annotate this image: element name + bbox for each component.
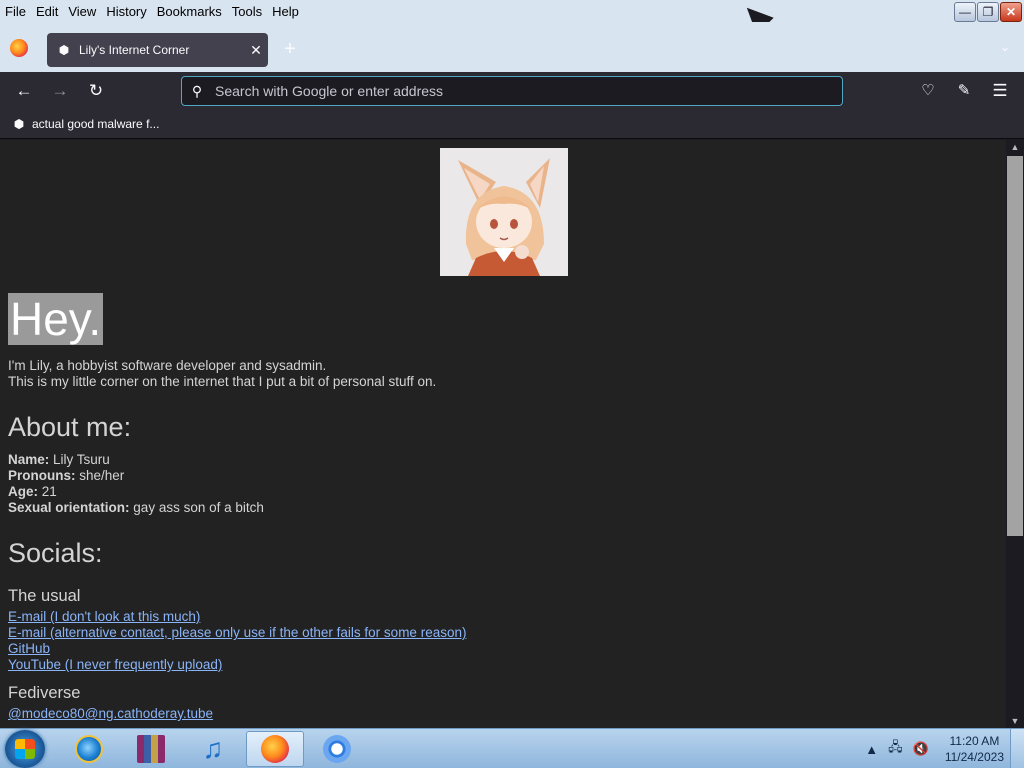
winrar-icon bbox=[137, 735, 165, 763]
about-item-age: Age: 21 bbox=[8, 484, 264, 500]
taskbar-internet-explorer[interactable] bbox=[60, 731, 118, 767]
pocket-icon[interactable]: ♡ bbox=[918, 81, 938, 101]
menu-bookmarks[interactable]: Bookmarks bbox=[152, 4, 227, 19]
fediverse-heading: Fediverse bbox=[8, 684, 81, 702]
reload-button[interactable]: ↻ bbox=[86, 81, 106, 101]
bookmark-favicon-icon: ⬢ bbox=[13, 117, 25, 131]
restore-button[interactable]: ❐ bbox=[977, 2, 999, 22]
taskbar-chromium[interactable] bbox=[308, 731, 366, 767]
show-desktop-button[interactable] bbox=[1010, 729, 1024, 768]
chromium-icon bbox=[323, 735, 351, 763]
intro-text: I'm Lily, a hobbyist software developer … bbox=[8, 358, 436, 390]
menu-tools[interactable]: Tools bbox=[227, 4, 267, 19]
about-list: Name: Lily Tsuru Pronouns: she/her Age: … bbox=[8, 452, 264, 516]
fediverse-link[interactable]: @modeco80@ng.cathoderay.tube bbox=[8, 706, 213, 722]
volume-muted-icon[interactable]: 🔇 bbox=[913, 741, 929, 757]
window-controls: — ❐ ✕ bbox=[954, 2, 1022, 22]
about-value: gay ass son of a bitch bbox=[133, 500, 264, 515]
about-value: she/her bbox=[79, 468, 125, 483]
search-icon: ⚲ bbox=[191, 82, 203, 99]
menu-history[interactable]: History bbox=[101, 4, 151, 19]
back-button[interactable]: ← bbox=[14, 81, 34, 101]
new-tab-button[interactable]: + bbox=[281, 37, 299, 61]
alt-email-link[interactable]: E-mail (alternative contact, please only… bbox=[8, 625, 466, 641]
about-item-pronouns: Pronouns: she/her bbox=[8, 468, 264, 484]
windows-logo-icon bbox=[15, 739, 35, 759]
taskbar-itunes[interactable]: ♫ bbox=[184, 731, 242, 767]
tab-strip: ⬢ Lily's Internet Corner ✕ + ⌄ bbox=[0, 22, 1024, 72]
firefox-icon bbox=[261, 735, 289, 763]
about-label: Sexual orientation: bbox=[8, 500, 130, 515]
taskbar-firefox[interactable] bbox=[246, 731, 304, 767]
scrollbar-thumb[interactable] bbox=[1007, 156, 1023, 536]
nav-toolbar: ← → ↻ ⚲ ♡ ✎ ☰ bbox=[0, 72, 1024, 110]
youtube-link[interactable]: YouTube (I never frequently upload) bbox=[8, 657, 466, 673]
bookmark-item[interactable]: ⬢ actual good malware f... bbox=[12, 117, 160, 131]
page-scrollbar[interactable]: ▲ ▼ bbox=[1006, 140, 1024, 728]
bookmark-label: actual good malware f... bbox=[32, 117, 160, 131]
intro-line: I'm Lily, a hobbyist software developer … bbox=[8, 358, 327, 373]
scroll-up-arrow-icon[interactable]: ▲ bbox=[1006, 140, 1024, 154]
system-clock[interactable]: 11:20 AM 11/24/2023 bbox=[945, 733, 1004, 765]
about-label: Pronouns: bbox=[8, 468, 76, 483]
taskbar: ♫ ▲ 🖧 🔇 11:20 AM 11/24/2023 bbox=[0, 728, 1024, 768]
clock-time: 11:20 AM bbox=[949, 734, 1000, 748]
scroll-down-arrow-icon[interactable]: ▼ bbox=[1006, 714, 1024, 728]
page-content: Hey. I'm Lily, a hobbyist software devel… bbox=[0, 140, 1006, 728]
about-item-orientation: Sexual orientation: gay ass son of a bit… bbox=[8, 500, 264, 516]
minimize-button[interactable]: — bbox=[954, 2, 976, 22]
fox-girl-avatar-image bbox=[440, 148, 568, 276]
about-label: Name: bbox=[8, 452, 50, 467]
close-window-button[interactable]: ✕ bbox=[1000, 2, 1022, 22]
extensions-icon[interactable]: ✎ bbox=[954, 81, 974, 101]
internet-explorer-icon bbox=[75, 735, 103, 763]
music-note-icon: ♫ bbox=[202, 733, 224, 764]
about-value: Lily Tsuru bbox=[53, 452, 110, 467]
usual-links: E-mail (I don't look at this much) E-mai… bbox=[8, 609, 466, 673]
site-favicon-icon: ⬢ bbox=[58, 43, 70, 57]
github-link[interactable]: GitHub bbox=[8, 641, 466, 657]
page-title: Hey. bbox=[8, 293, 104, 345]
about-value: 21 bbox=[41, 484, 57, 499]
menu-file[interactable]: File bbox=[0, 4, 31, 19]
about-item-name: Name: Lily Tsuru bbox=[8, 452, 264, 468]
menu-bar: File Edit View History Bookmarks Tools H… bbox=[0, 0, 1024, 22]
taskbar-winrar[interactable] bbox=[122, 731, 180, 767]
tab-title: Lily's Internet Corner bbox=[79, 43, 190, 57]
show-hidden-icons-chevron-icon[interactable]: ▲ bbox=[865, 742, 878, 757]
hamburger-menu-icon[interactable]: ☰ bbox=[990, 81, 1010, 101]
bookmarks-toolbar: ⬢ actual good malware f... bbox=[0, 110, 1024, 139]
about-label: Age: bbox=[8, 484, 38, 499]
about-heading: About me: bbox=[8, 412, 132, 442]
clock-date: 11/24/2023 bbox=[944, 750, 1004, 764]
url-bar[interactable]: ⚲ bbox=[181, 76, 843, 106]
close-tab-icon[interactable]: ✕ bbox=[244, 42, 268, 59]
list-all-tabs-chevron-icon[interactable]: ⌄ bbox=[1000, 40, 1010, 54]
tab-lilys-internet-corner[interactable]: ⬢ Lily's Internet Corner ✕ bbox=[47, 33, 268, 67]
network-icon[interactable]: 🖧 bbox=[888, 738, 903, 760]
address-input[interactable] bbox=[212, 83, 842, 99]
email-link[interactable]: E-mail (I don't look at this much) bbox=[8, 609, 466, 625]
fediverse-links: @modeco80@ng.cathoderay.tube bbox=[8, 706, 213, 722]
usual-heading: The usual bbox=[8, 587, 81, 605]
system-tray: ▲ 🖧 🔇 11:20 AM 11/24/2023 bbox=[865, 729, 1004, 768]
intro-line: This is my little corner on the internet… bbox=[8, 374, 437, 389]
firefox-view-icon[interactable] bbox=[10, 39, 28, 57]
forward-button[interactable]: → bbox=[50, 81, 70, 101]
socials-heading: Socials: bbox=[8, 538, 103, 568]
menu-help[interactable]: Help bbox=[267, 4, 304, 19]
start-button[interactable] bbox=[5, 730, 45, 768]
avatar bbox=[440, 148, 568, 276]
menu-view[interactable]: View bbox=[63, 4, 101, 19]
menu-edit[interactable]: Edit bbox=[31, 4, 63, 19]
